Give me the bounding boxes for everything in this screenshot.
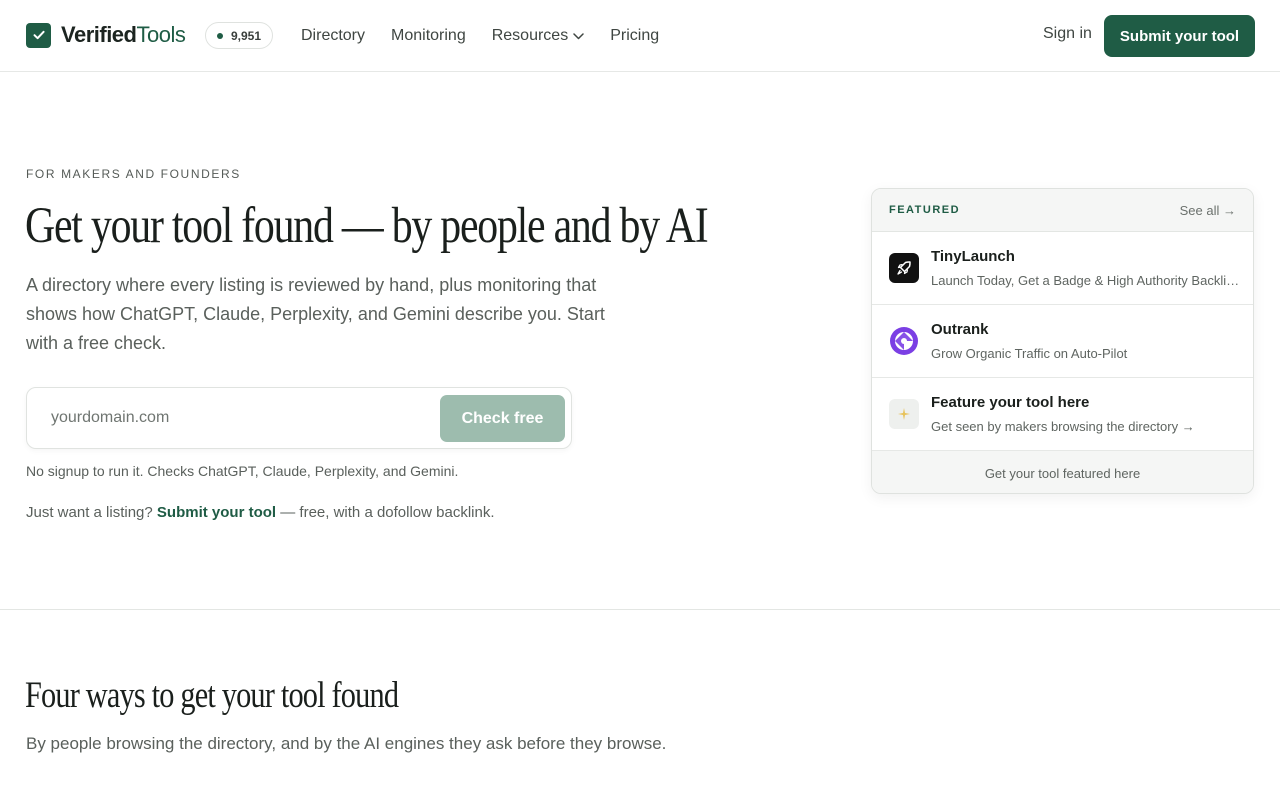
logo-text-part1: Verified	[61, 22, 137, 47]
featured-item-tinylaunch[interactable]: TinyLaunch Launch Today, Get a Badge & H…	[872, 232, 1253, 305]
featured-item-outrank[interactable]: Outrank Grow Organic Traffic on Auto-Pil…	[872, 305, 1253, 378]
logo[interactable]: VerifiedTools	[26, 22, 186, 48]
listing-note-suffix: — free, with a dofollow backlink.	[280, 504, 495, 521]
section-divider	[0, 609, 1280, 610]
nav-link-resources[interactable]: Resources	[492, 27, 584, 45]
nav-links: Directory Monitoring Resources Pricing	[301, 0, 685, 72]
hero-eyebrow: FOR MAKERS AND FOUNDERS	[26, 167, 241, 181]
featured-label: FEATURED	[889, 204, 961, 216]
check-note: No signup to run it. Checks ChatGPT, Cla…	[26, 463, 459, 479]
hero-subtitle: A directory where every listing is revie…	[26, 275, 605, 353]
top-nav: VerifiedTools 9,951 Directory Monitoring…	[0, 0, 1280, 72]
see-all-link[interactable]: See all →	[1180, 203, 1236, 218]
listing-note-prefix: Just want a listing?	[26, 504, 153, 521]
listing-count-badge: 9,951	[205, 22, 274, 49]
logo-text-part2: Tools	[136, 22, 186, 47]
sparkle-icon	[889, 399, 919, 429]
featured-item-desc: Grow Organic Traffic on Auto-Pilot	[931, 346, 1128, 361]
domain-check-form: Check free	[26, 387, 572, 449]
featured-item-promo[interactable]: Feature your tool here Get seen by maker…	[872, 378, 1253, 451]
nav-link-directory[interactable]: Directory	[301, 27, 365, 45]
hero-title: Get your tool found — by people and by A…	[25, 198, 709, 254]
featured-item-desc: Get seen by makers browsing the director…	[931, 419, 1195, 434]
submit-tool-link[interactable]: Submit your tool	[157, 504, 276, 521]
featured-item-title: Feature your tool here	[931, 394, 1090, 411]
listing-count: 9,951	[231, 28, 262, 43]
check-free-button[interactable]: Check free	[440, 395, 565, 442]
featured-item-title: TinyLaunch	[931, 248, 1015, 265]
featured-card: FEATURED See all → TinyLaunch Launch Tod…	[871, 188, 1254, 494]
listing-note: Just want a listing? Submit your tool — …	[26, 504, 495, 521]
featured-footer-link[interactable]: Get your tool featured here	[872, 451, 1253, 493]
logo-text: VerifiedTools	[61, 22, 186, 48]
submit-tool-button[interactable]: Submit your tool	[1104, 15, 1255, 57]
outrank-logo-icon	[889, 326, 919, 356]
section-subtitle: By people browsing the directory, and by…	[26, 734, 667, 753]
check-logo-icon	[26, 22, 51, 48]
featured-item-title: Outrank	[931, 321, 989, 338]
nav-link-pricing[interactable]: Pricing	[610, 27, 659, 45]
section-title: Four ways to get your tool found	[25, 675, 399, 716]
featured-item-desc: Launch Today, Get a Badge & High Authori…	[931, 273, 1241, 288]
featured-header: FEATURED See all →	[872, 189, 1253, 232]
nav-link-resources-label: Resources	[491, 27, 569, 44]
rocket-icon	[889, 253, 919, 283]
nav-link-monitoring[interactable]: Monitoring	[391, 27, 466, 45]
chevron-down-icon	[573, 27, 584, 45]
domain-input[interactable]	[27, 388, 437, 448]
sign-in-link[interactable]: Sign in	[1043, 25, 1092, 43]
status-dot-icon	[217, 32, 223, 39]
